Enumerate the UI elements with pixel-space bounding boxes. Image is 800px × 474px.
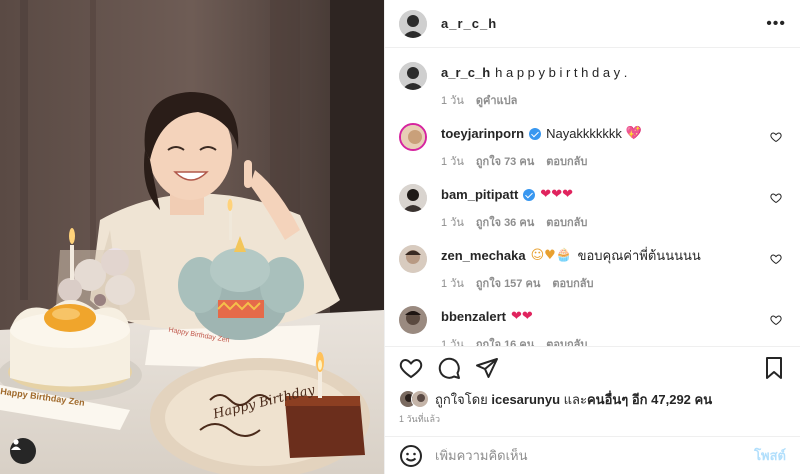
comment-username[interactable]: bam_pitipatt (441, 186, 518, 204)
comment-username[interactable]: toeyjarinporn (441, 125, 524, 143)
likes-middle: และ (563, 391, 587, 407)
comment-input[interactable] (435, 448, 755, 463)
comment-time[interactable]: 1 วัน (441, 274, 464, 292)
comment-emoji: ❤❤❤ (540, 187, 573, 202)
post-header: a_r_c_h ••• (385, 0, 800, 48)
comment-bubble-icon[interactable] (437, 356, 461, 380)
comment-emoji: 💖 (625, 126, 642, 141)
likes-others-link[interactable]: คนอื่นๆ อีก 47,292 คน (587, 392, 712, 407)
caption-username[interactable]: a_r_c_h (441, 64, 490, 82)
translate-link[interactable]: ดูคำแปล (476, 91, 518, 109)
caption: a_r_c_h h a p p y b i r t h d a y . 1 วัน… (399, 62, 786, 109)
like-comment-heart-icon[interactable] (770, 192, 782, 204)
comment-likes[interactable]: ถูกใจ 73 คน (476, 152, 534, 170)
likes-user-link[interactable]: icesarunyu (491, 392, 560, 407)
post-timestamp[interactable]: 1 วันที่แล้ว (399, 412, 440, 426)
avatar[interactable] (399, 9, 427, 38)
post-photo[interactable]: Happy Birthday Zen Happy Birthday Happy … (0, 0, 384, 474)
avatar[interactable] (399, 62, 427, 90)
like-comment-heart-icon[interactable] (770, 131, 782, 143)
verified-badge-icon (529, 128, 542, 140)
comment-likes[interactable]: ถูกใจ 16 คน (476, 335, 534, 346)
reply-button[interactable]: ตอบกลับ (546, 152, 587, 170)
bookmark-save-icon[interactable] (762, 356, 786, 380)
caption-time[interactable]: 1 วัน (441, 91, 464, 109)
add-comment-bar: โพสต์ (385, 436, 800, 474)
like-comment-heart-icon[interactable] (770, 253, 782, 265)
share-send-icon[interactable] (475, 356, 499, 380)
comment-text: ขอบคุณค่าพี่ต้นนนนน (577, 248, 701, 263)
list-item: bbenzalert ❤❤ 1 วัน ถูกใจ 16 คน ตอบกลับ (399, 306, 786, 346)
comment-username[interactable]: zen_mechaka (441, 247, 526, 265)
reply-button[interactable]: ตอบกลับ (546, 335, 587, 346)
tagged-people-button[interactable] (10, 438, 36, 464)
like-heart-icon[interactable] (399, 356, 423, 380)
likes-summary: ถูกใจโดย icesarunyu และคนอื่นๆ อีก 47,29… (399, 388, 786, 410)
post-username[interactable]: a_r_c_h (441, 16, 497, 31)
avatar[interactable] (399, 306, 427, 334)
list-item: zen_mechaka ☺♥🧁 ขอบคุณค่าพี่ต้นนนนน 1 วัน… (399, 245, 786, 292)
post-details-panel: a_r_c_h ••• a_r_c_hh a p p y b i r t h d… (384, 0, 800, 474)
comment-text: Nayakkkkkkk (546, 126, 622, 141)
list-item: bam_pitipatt ❤❤❤ 1 วัน ถูกใจ 36 คน ตอบกลับ (399, 184, 786, 231)
emoji-smile-icon[interactable] (399, 444, 423, 468)
post-comment-button[interactable]: โพสต์ (754, 445, 786, 466)
likes-prefix: ถูกใจโดย (435, 391, 488, 407)
avatar[interactable] (399, 123, 427, 151)
more-horizontal-icon[interactable]: ••• (766, 15, 786, 33)
post-actions (385, 346, 800, 388)
comment-time[interactable]: 1 วัน (441, 213, 464, 231)
avatar[interactable] (399, 245, 427, 273)
caption-text: h a p p y b i r t h d a y . (495, 65, 628, 80)
avatar[interactable] (411, 390, 429, 408)
comment-time[interactable]: 1 วัน (441, 152, 464, 170)
reply-button[interactable]: ตอบกลับ (546, 213, 587, 231)
verified-badge-icon (523, 189, 536, 201)
comment-time[interactable]: 1 วัน (441, 335, 464, 346)
reply-button[interactable]: ตอบกลับ (552, 274, 593, 292)
avatar[interactable] (399, 184, 427, 212)
user-icon (11, 439, 21, 450)
comment-username[interactable]: bbenzalert (441, 308, 506, 326)
comment-emoji: ❤❤ (511, 309, 533, 324)
list-item: toeyjarinporn Nayakkkkkkk 💖 1 วัน ถูกใจ 73… (399, 123, 786, 170)
comments-list[interactable]: a_r_c_h h a p p y b i r t h d a y . 1 วัน… (385, 48, 800, 346)
comment-likes[interactable]: ถูกใจ 157 คน (476, 274, 540, 292)
comment-likes[interactable]: ถูกใจ 36 คน (476, 213, 534, 231)
comment-emoji: ☺♥🧁 (530, 248, 572, 263)
post-modal: Happy Birthday Zen Happy Birthday Happy … (0, 0, 800, 474)
like-comment-heart-icon[interactable] (770, 314, 782, 326)
